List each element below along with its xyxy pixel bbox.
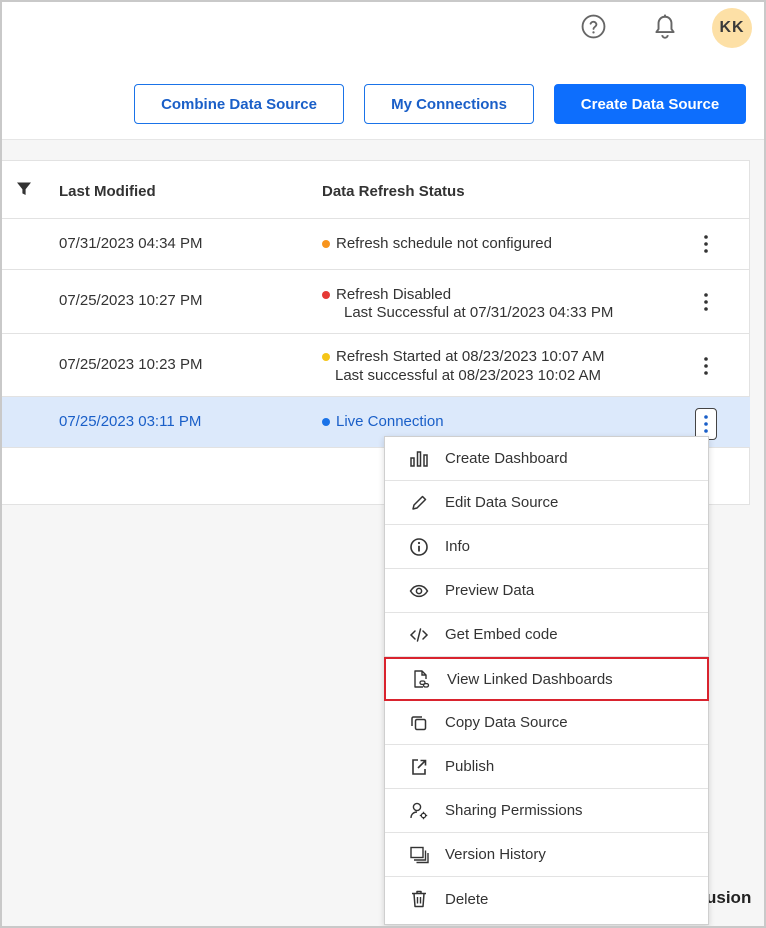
status-dot [322, 417, 330, 426]
menu-item-publish[interactable]: Publish [385, 745, 708, 789]
status-dot [322, 290, 330, 299]
menu-item-get-embed-code[interactable]: Get Embed code [385, 613, 708, 657]
kebab-icon [704, 235, 708, 253]
refresh-status-cell: Live Connection [322, 413, 444, 430]
status-text: Refresh schedule not configured [336, 235, 552, 252]
create-data-source-button[interactable]: Create Data Source [554, 84, 746, 124]
refresh-status-cell: Refresh Started at 08/23/2023 10:07 AM [322, 348, 605, 365]
menu-item-sharing-permissions[interactable]: Sharing Permissions [385, 789, 708, 833]
column-header-refresh-status[interactable]: Data Refresh Status [322, 183, 465, 200]
row-menu-button[interactable] [695, 286, 717, 318]
status-dot [322, 239, 330, 248]
refresh-status-cell: Refresh schedule not configured [322, 235, 552, 252]
bell-icon[interactable] [652, 13, 678, 41]
table-row[interactable]: 07/31/2023 04:34 PM Refresh schedule not… [2, 219, 750, 270]
menu-item-label: Create Dashboard [445, 450, 568, 467]
menu-item-label: Preview Data [445, 582, 535, 599]
menu-item-version-history[interactable]: Version History [385, 833, 708, 877]
last-modified-cell: 07/25/2023 10:23 PM [59, 356, 203, 373]
brand-logo-text: usion [706, 888, 752, 907]
filter-icon[interactable] [16, 181, 32, 197]
menu-item-label: Version History [445, 846, 546, 863]
kebab-icon [704, 415, 708, 433]
top-bar: KK [0, 0, 766, 56]
publish-icon [412, 759, 427, 775]
version-history-icon [410, 846, 429, 864]
kebab-icon [704, 293, 708, 311]
refresh-status-cell: Refresh Disabled [322, 286, 451, 303]
table-row[interactable]: 07/25/2023 10:23 PM Refresh Started at 0… [2, 334, 750, 397]
last-modified-cell: 07/31/2023 04:34 PM [59, 235, 203, 252]
column-header-last-modified[interactable]: Last Modified [59, 183, 156, 200]
menu-item-label: Sharing Permissions [445, 802, 583, 819]
status-text: Refresh Started at 08/23/2023 10:07 AM [336, 348, 605, 365]
menu-item-view-linked-dashboards[interactable]: View Linked Dashboards [384, 657, 709, 701]
copy-icon [411, 716, 427, 731]
status-text: Refresh Disabled [336, 286, 452, 303]
menu-item-edit-data-source[interactable]: Edit Data Source [385, 481, 708, 525]
menu-item-label: Info [445, 538, 471, 555]
linked-file-icon [414, 670, 430, 688]
menu-item-label: Edit Data Source [445, 494, 559, 511]
my-connections-button[interactable]: My Connections [364, 84, 534, 124]
menu-item-label: Copy Data Source [445, 714, 568, 731]
eye-icon [409, 584, 429, 598]
kebab-icon [704, 357, 708, 375]
table-row[interactable]: 07/25/2023 10:27 PM Refresh Disabled Las… [2, 270, 750, 334]
pencil-icon [412, 495, 427, 510]
user-settings-icon [410, 802, 428, 820]
row-menu-button[interactable] [695, 350, 717, 382]
status-subtext: Last Successful at 07/31/2023 04:33 PM [344, 304, 614, 321]
menu-item-copy-data-source[interactable]: Copy Data Source [385, 701, 708, 745]
menu-item-label: Delete [445, 890, 489, 908]
help-circle-icon[interactable] [581, 14, 606, 39]
menu-item-create-dashboard[interactable]: Create Dashboard [385, 437, 708, 481]
menu-item-info[interactable]: Info [385, 525, 708, 569]
row-menu-button[interactable] [695, 228, 717, 260]
menu-item-preview-data[interactable]: Preview Data [385, 569, 708, 613]
info-icon [410, 538, 428, 556]
last-modified-cell: 07/25/2023 10:27 PM [59, 292, 203, 309]
data-source-context-menu: Create Dashboard Edit Data Source Info P… [384, 436, 709, 925]
menu-item-delete[interactable]: Delete [385, 877, 708, 921]
combine-data-source-button[interactable]: Combine Data Source [134, 84, 344, 124]
menu-item-label: Get Embed code [445, 626, 558, 643]
bar-chart-icon [410, 451, 428, 467]
status-dot [322, 352, 330, 361]
menu-item-label: View Linked Dashboards [447, 670, 613, 688]
last-modified-cell: 07/25/2023 03:11 PM [59, 413, 202, 430]
avatar[interactable]: KK [712, 8, 752, 48]
status-text: Live Connection [336, 413, 444, 430]
status-subtext: Last successful at 08/23/2023 10:02 AM [335, 367, 602, 384]
menu-item-label: Publish [445, 758, 495, 775]
table-header: Last Modified Data Refresh Status [2, 161, 750, 219]
trash-icon [412, 890, 426, 908]
code-icon [409, 628, 429, 642]
